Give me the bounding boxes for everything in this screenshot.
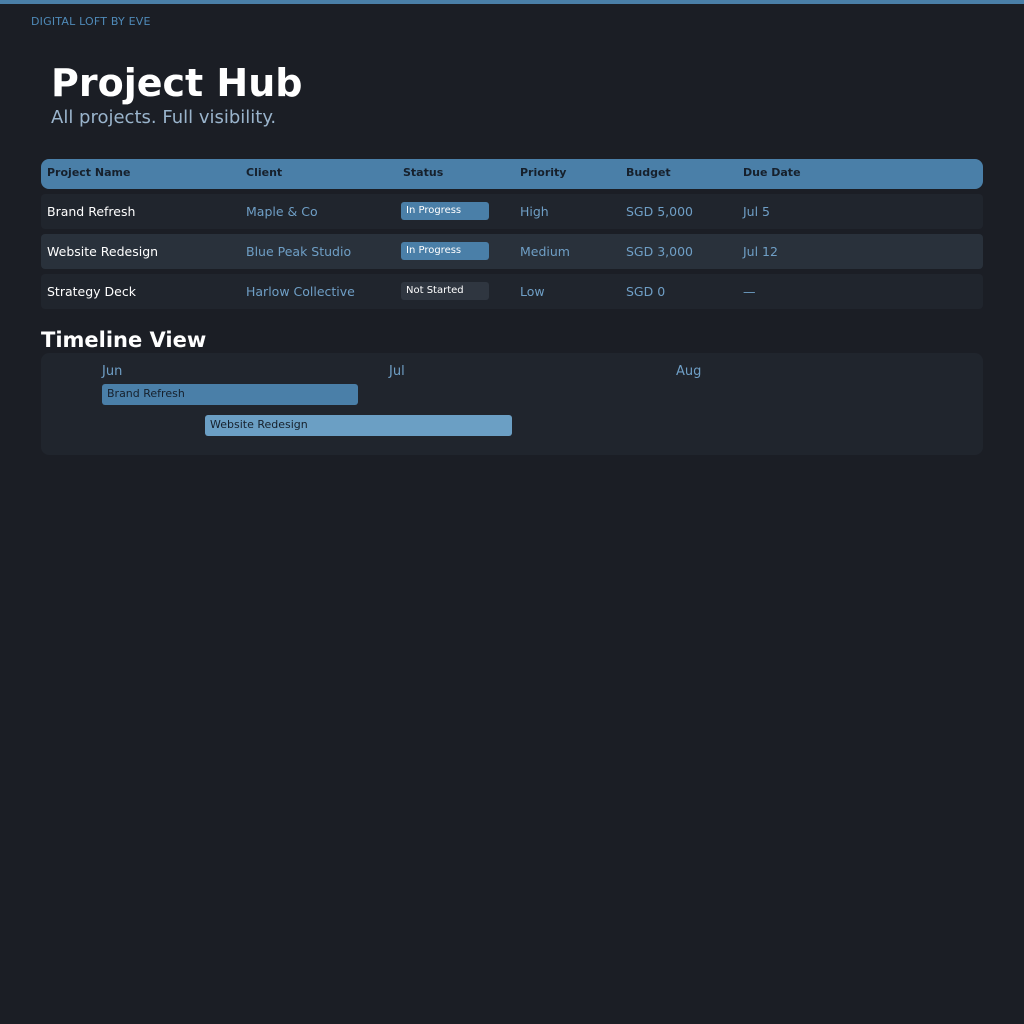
client-cell: Blue Peak Studio xyxy=(246,244,352,259)
timeline-month-label: Aug xyxy=(676,364,702,379)
timeline-month-label: Jun xyxy=(102,364,123,379)
table-row[interactable]: Website Redesign Blue Peak Studio In Pro… xyxy=(41,234,983,269)
status-badge: Not Started xyxy=(401,282,489,300)
column-header-status[interactable]: Status xyxy=(403,166,443,179)
page-title: Project Hub xyxy=(51,61,303,105)
timeline-panel: Jun Jul Aug Brand Refresh Website Redesi… xyxy=(41,353,983,455)
table-row[interactable]: Brand Refresh Maple & Co In Progress Hig… xyxy=(41,194,983,229)
client-cell: Maple & Co xyxy=(246,204,318,219)
priority-cell: Low xyxy=(520,284,545,299)
due-date-cell: — xyxy=(743,284,756,299)
budget-cell: SGD 0 xyxy=(626,284,666,299)
due-date-cell: Jul 5 xyxy=(743,204,771,219)
project-name-cell[interactable]: Strategy Deck xyxy=(47,284,136,300)
column-header-due-date[interactable]: Due Date xyxy=(743,166,801,179)
page-subtitle: All projects. Full visibility. xyxy=(51,107,277,128)
column-header-budget[interactable]: Budget xyxy=(626,166,671,179)
timeline-bar-website-redesign[interactable]: Website Redesign xyxy=(205,415,512,436)
brand-label: DIGITAL LOFT BY EVE xyxy=(31,15,151,28)
budget-cell: SGD 5,000 xyxy=(626,204,694,219)
status-badge: In Progress xyxy=(401,242,489,260)
top-accent-bar xyxy=(0,0,1024,4)
due-date-cell: Jul 12 xyxy=(743,244,778,259)
project-name-cell[interactable]: Brand Refresh xyxy=(47,204,135,220)
priority-cell: Medium xyxy=(520,244,570,259)
timeline-month-label: Jul xyxy=(389,364,405,379)
timeline-title: Timeline View xyxy=(41,328,207,352)
budget-cell: SGD 3,000 xyxy=(626,244,694,259)
column-header-priority[interactable]: Priority xyxy=(520,166,566,179)
column-header-project-name[interactable]: Project Name xyxy=(47,166,130,179)
priority-cell: High xyxy=(520,204,549,219)
project-name-cell[interactable]: Website Redesign xyxy=(47,244,158,260)
column-header-client[interactable]: Client xyxy=(246,166,282,179)
client-cell: Harlow Collective xyxy=(246,284,355,299)
table-header: Project Name Client Status Priority Budg… xyxy=(41,159,983,189)
status-badge: In Progress xyxy=(401,202,489,220)
table-row[interactable]: Strategy Deck Harlow Collective Not Star… xyxy=(41,274,983,309)
timeline-bar-brand-refresh[interactable]: Brand Refresh xyxy=(102,384,358,405)
